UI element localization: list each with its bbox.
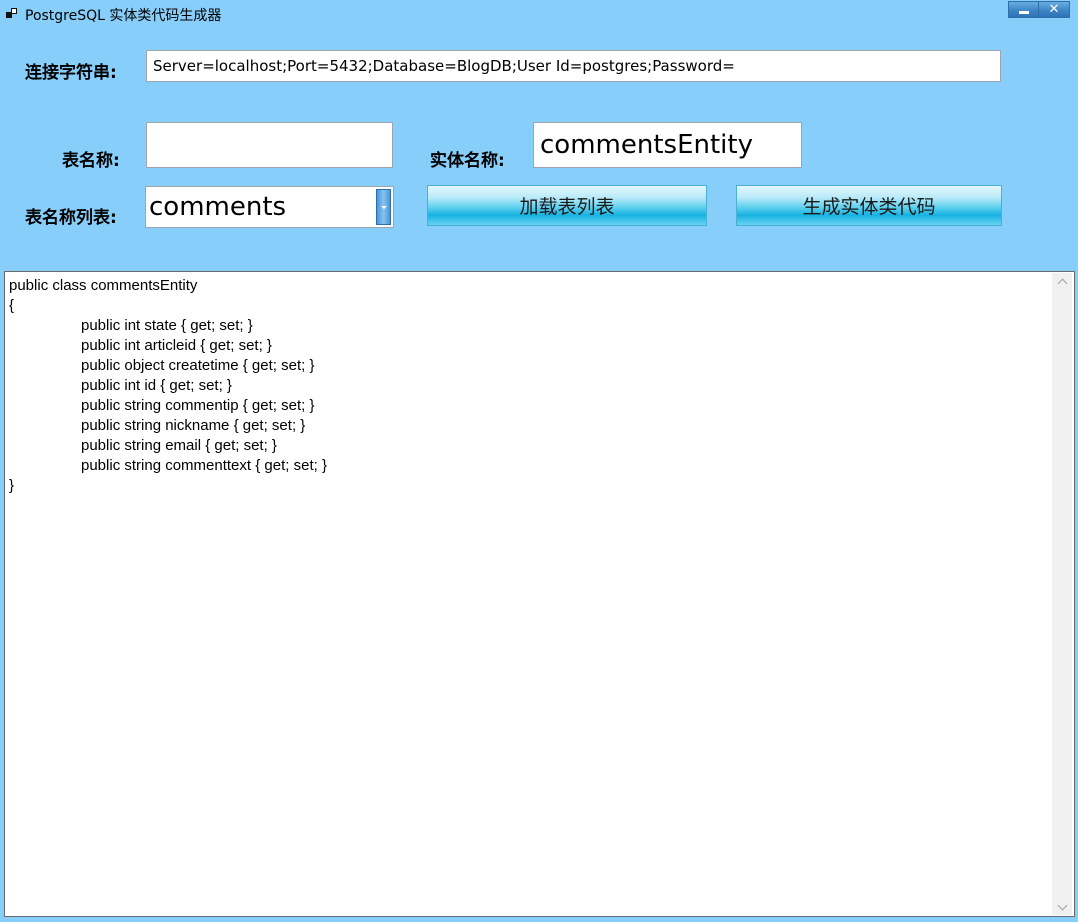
dropdown-arrow-button[interactable] [376, 189, 391, 225]
title-bar: PostgreSQL 实体类代码生成器 ✕ [0, 0, 1078, 28]
code-line: public string commentip { get; set; } [81, 397, 315, 414]
table-name-label: 表名称: [62, 151, 120, 171]
connection-string-label: 连接字符串: [25, 63, 117, 83]
code-line: public int articleid { get; set; } [81, 337, 272, 354]
code-line: public object createtime { get; set; } [81, 357, 315, 374]
chevron-up-icon [1057, 278, 1067, 288]
load-table-list-button[interactable]: 加载表列表 [427, 185, 707, 226]
close-icon: ✕ [1048, 2, 1060, 17]
table-list-label: 表名称列表: [25, 208, 117, 228]
table-list-selected-value: comments [149, 192, 287, 222]
app-window-icon[interactable] [6, 8, 18, 20]
scroll-down-button[interactable] [1052, 898, 1072, 915]
table-list-dropdown[interactable]: comments [145, 186, 394, 228]
connection-string-input[interactable] [146, 50, 1001, 82]
code-line: public int id { get; set; } [81, 377, 232, 394]
entity-name-label: 实体名称: [430, 151, 505, 171]
scroll-up-button[interactable] [1052, 273, 1072, 290]
code-output-textarea[interactable]: public class commentsEntity { public int s… [4, 271, 1075, 917]
code-line: { [9, 297, 15, 314]
code-line: public class commentsEntity [9, 277, 198, 294]
code-line: public string commenttext { get; set; } [81, 457, 327, 474]
table-name-input[interactable] [146, 122, 393, 168]
window-controls: ✕ [1008, 1, 1070, 18]
generate-entity-code-button[interactable]: 生成实体类代码 [736, 185, 1002, 226]
chevron-down-icon [1057, 900, 1067, 910]
code-line: public int state { get; set; } [81, 317, 253, 334]
code-line: } [9, 477, 15, 494]
window-title: PostgreSQL 实体类代码生成器 [25, 8, 222, 24]
chevron-down-icon [380, 205, 387, 209]
entity-name-input[interactable] [533, 122, 802, 168]
code-line: public string email { get; set; } [81, 437, 277, 454]
close-button[interactable]: ✕ [1039, 1, 1070, 18]
code-output-text: public class commentsEntity { public int s… [9, 276, 1048, 912]
minimize-button[interactable] [1008, 1, 1039, 18]
vertical-scrollbar[interactable] [1052, 273, 1072, 915]
code-line: public string nickname { get; set; } [81, 417, 306, 434]
minimize-icon [1018, 10, 1029, 14]
